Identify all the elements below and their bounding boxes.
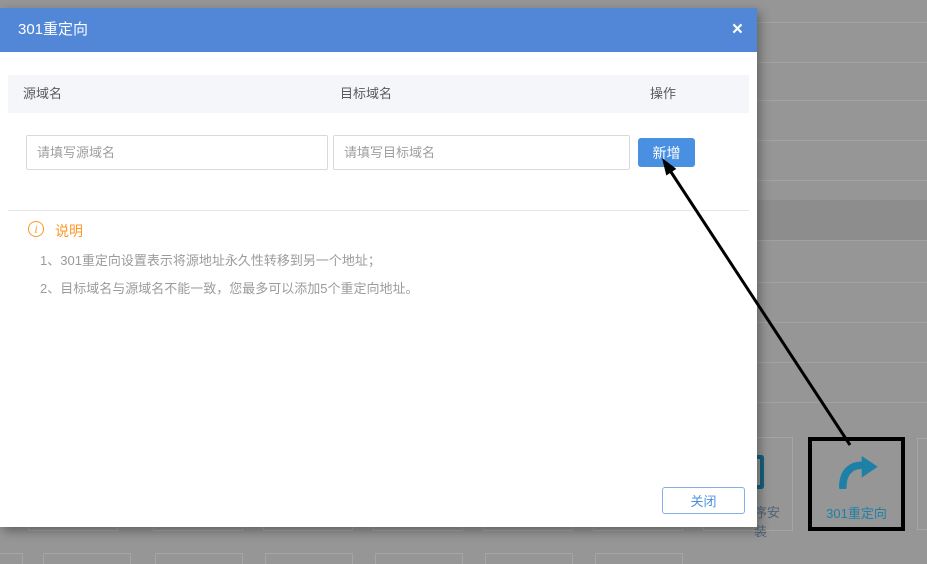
add-button[interactable]: 新增	[638, 138, 695, 167]
close-button[interactable]: 关闭	[662, 487, 745, 514]
grid-tile	[0, 553, 23, 564]
grid-tile	[595, 553, 683, 564]
divider	[8, 210, 749, 211]
note-item: 2、目标域名与源域名不能一致，您最多可以添加5个重定向地址。	[40, 278, 418, 297]
install-tile-label: 序安装	[754, 502, 792, 540]
grid-tile	[43, 553, 131, 564]
column-header-target-domain: 目标域名	[340, 75, 392, 113]
column-header-source-domain: 源域名	[23, 75, 62, 113]
grid-tile	[375, 553, 463, 564]
grid-tile	[485, 553, 573, 564]
close-icon[interactable]: ×	[732, 8, 743, 52]
note-item: 1、301重定向设置表示将源地址永久性转移到另一个地址；	[40, 250, 381, 269]
column-header-action: 操作	[650, 75, 676, 113]
dialog-header: 301重定向 ×	[0, 8, 757, 52]
redirect-tile-label: 301重定向	[812, 503, 901, 522]
grid-tile-301-redirect[interactable]: 301重定向	[808, 437, 905, 531]
grid-tile	[155, 553, 243, 564]
source-domain-input[interactable]	[26, 135, 328, 170]
grid-tile	[265, 553, 353, 564]
grid-tile	[917, 438, 927, 530]
info-icon: i	[28, 221, 44, 237]
redirect-dialog: 301重定向 × 源域名 目标域名 操作 新增 i 说明 1、301重定向设置表…	[0, 8, 757, 527]
redirect-arrow-icon	[834, 455, 880, 489]
table-header-row: 源域名 目标域名 操作	[8, 75, 749, 113]
notes-title: 说明	[55, 221, 83, 241]
target-domain-input[interactable]	[333, 135, 630, 170]
dialog-title: 301重定向	[18, 8, 88, 52]
screen: 序安装 301重定向 301重定向 × 源域名 目标域名 操作 新增	[0, 0, 927, 564]
